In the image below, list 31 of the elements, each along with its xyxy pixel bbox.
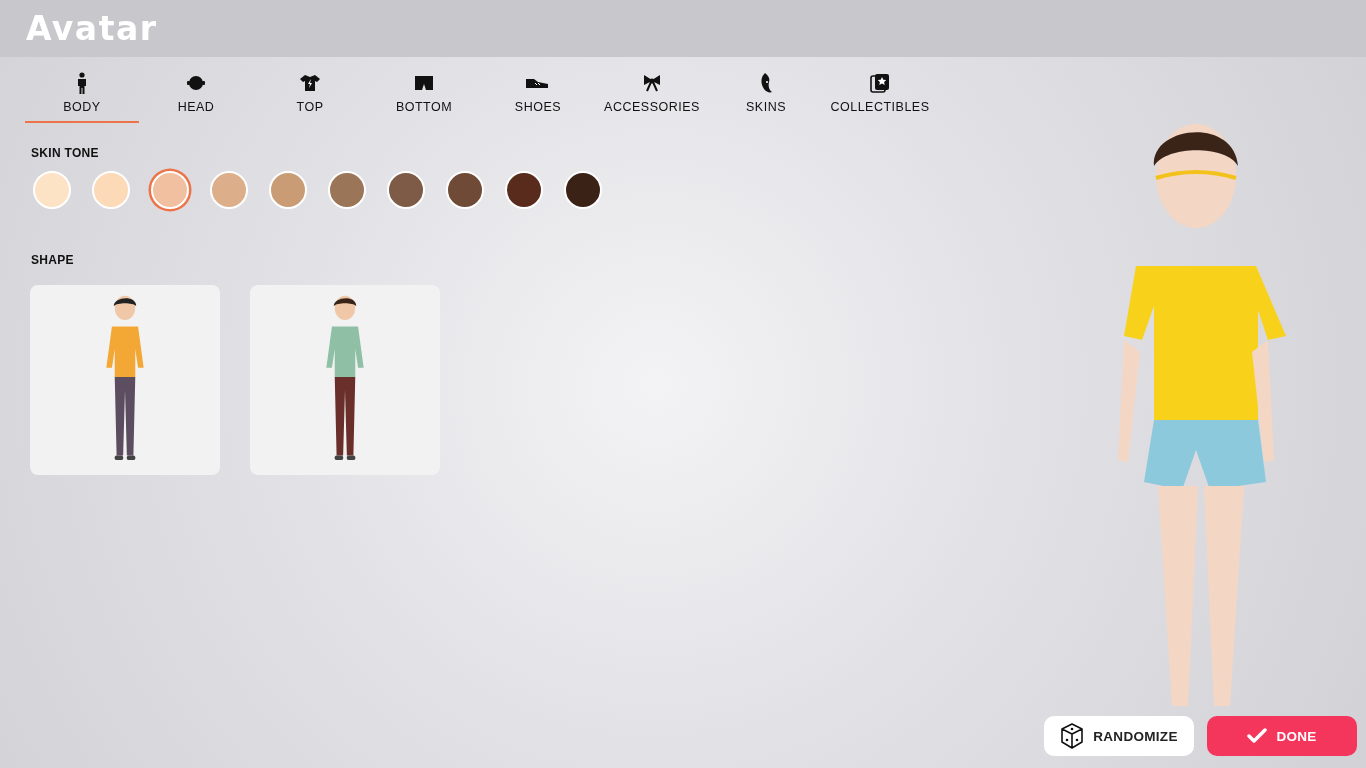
category-tab[interactable]: BODY — [25, 65, 139, 123]
shape-card[interactable] — [30, 285, 220, 475]
section-label: SKIN TONE — [31, 146, 100, 160]
cards-icon — [870, 72, 890, 94]
skin-tone-swatch[interactable] — [151, 171, 189, 209]
skin-tone-swatch[interactable] — [33, 171, 71, 209]
category-tab[interactable]: HEAD — [139, 65, 253, 123]
shape-card[interactable] — [250, 285, 440, 475]
done-button[interactable]: DONE — [1207, 716, 1357, 756]
page-title: Avatar — [26, 9, 158, 48]
skin-tone-swatch[interactable] — [446, 171, 484, 209]
bow-icon — [642, 72, 662, 94]
checkmark-icon — [1247, 728, 1268, 744]
shirt-icon — [299, 72, 321, 94]
skin-tone-swatch[interactable] — [328, 171, 366, 209]
randomize-button[interactable]: RANDOMIZE — [1044, 716, 1194, 756]
skin-tone-swatch[interactable] — [269, 171, 307, 209]
category-tab[interactable]: TOP — [253, 65, 367, 123]
skin-tone-swatch[interactable] — [387, 171, 425, 209]
category-tab[interactable]: BOTTOM — [367, 65, 481, 123]
skin-tone-swatch[interactable] — [505, 171, 543, 209]
skin-tone-swatch[interactable] — [564, 171, 602, 209]
category-tab[interactable]: SKINS — [709, 65, 823, 123]
section-label: SHAPE — [31, 253, 75, 267]
skin-tone-swatch[interactable] — [92, 171, 130, 209]
body-icon — [75, 72, 89, 94]
category-tab[interactable]: COLLECTIBLES — [823, 65, 937, 123]
category-tab[interactable]: ACCESSORIES — [595, 65, 709, 123]
skin-tone-swatch[interactable] — [210, 171, 248, 209]
dice-icon — [1060, 723, 1085, 749]
category-tab[interactable]: SHOES — [481, 65, 595, 123]
